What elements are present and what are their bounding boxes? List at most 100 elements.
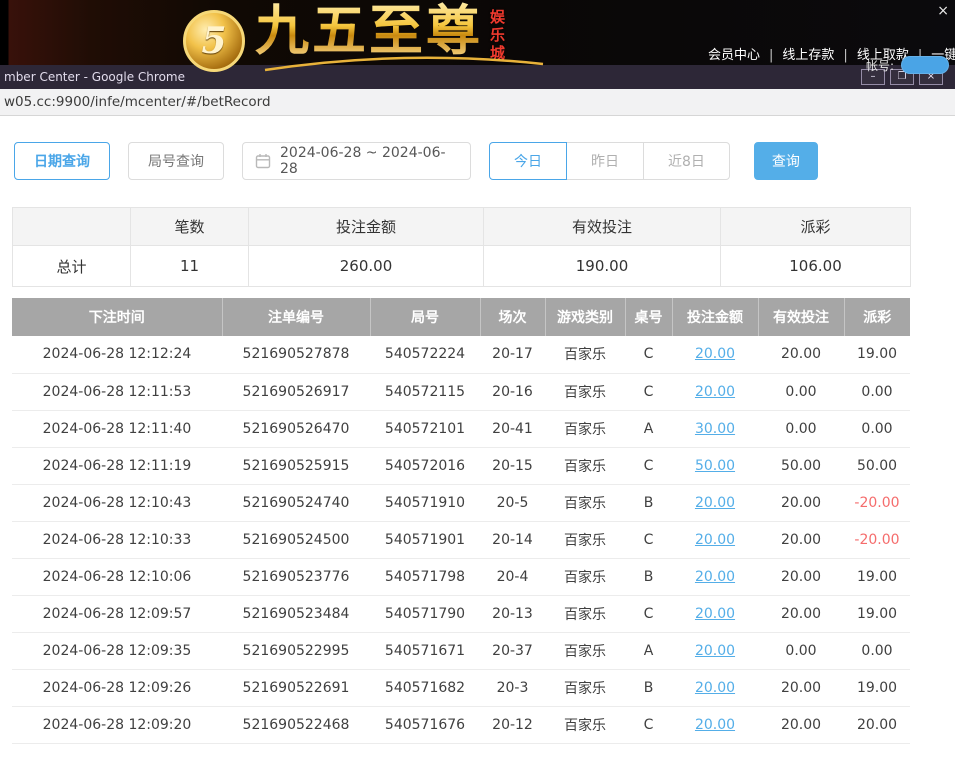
bet-amount-link[interactable]: 20.00 bbox=[695, 680, 735, 696]
table-row: 2024-06-28 12:11:53521690526917540572115… bbox=[12, 373, 910, 410]
yesterday-button[interactable]: 昨日 bbox=[566, 142, 644, 180]
date-range-input[interactable]: 2024-06-28 ~ 2024-06-28 bbox=[242, 142, 471, 180]
cell: 0.00 bbox=[844, 373, 910, 410]
nav-separator: | bbox=[843, 48, 847, 63]
cell: 50.00 bbox=[844, 447, 910, 484]
cell: A bbox=[625, 410, 672, 447]
bet-header-cell: 注单编号 bbox=[222, 298, 370, 336]
summary-header-cell: 笔数 bbox=[131, 208, 249, 246]
cell: C bbox=[625, 595, 672, 632]
round-query-button[interactable]: 局号查询 bbox=[128, 142, 224, 180]
cell: 540571901 bbox=[370, 521, 480, 558]
cell: 20-41 bbox=[480, 410, 545, 447]
cell: 19.00 bbox=[844, 595, 910, 632]
cell: C bbox=[625, 447, 672, 484]
cell: 百家乐 bbox=[545, 373, 625, 410]
cell: 2024-06-28 12:10:43 bbox=[12, 484, 222, 521]
cell: 540572016 bbox=[370, 447, 480, 484]
cell: 20.00 bbox=[758, 336, 844, 373]
summary-header-cell: 有效投注 bbox=[484, 208, 721, 246]
cell: 20.00 bbox=[758, 558, 844, 595]
cell: 2024-06-28 12:11:40 bbox=[12, 410, 222, 447]
bet-header-cell: 桌号 bbox=[625, 298, 672, 336]
cell: 19.00 bbox=[844, 558, 910, 595]
cell: 50.00 bbox=[672, 447, 758, 484]
summary-cell: 106.00 bbox=[721, 246, 911, 287]
cell: -20.00 bbox=[844, 484, 910, 521]
nav-link-0[interactable]: 会员中心 bbox=[708, 48, 760, 63]
cell: 0.00 bbox=[758, 410, 844, 447]
bet-header-cell: 下注时间 bbox=[12, 298, 222, 336]
cell: 20.00 bbox=[672, 632, 758, 669]
cell: 百家乐 bbox=[545, 595, 625, 632]
cell: 2024-06-28 12:11:53 bbox=[12, 373, 222, 410]
bet-amount-link[interactable]: 30.00 bbox=[695, 421, 735, 437]
today-button[interactable]: 今日 bbox=[489, 142, 567, 180]
cell: -20.00 bbox=[844, 521, 910, 558]
cell: 20.00 bbox=[758, 669, 844, 706]
cell: 540571676 bbox=[370, 706, 480, 743]
bet-table-body: 2024-06-28 12:12:24521690527878540572224… bbox=[12, 336, 910, 743]
cell: 20.00 bbox=[672, 669, 758, 706]
bet-amount-link[interactable]: 20.00 bbox=[695, 532, 735, 548]
logo-main: 九五至尊 bbox=[255, 3, 483, 60]
bet-header-cell: 投注金额 bbox=[672, 298, 758, 336]
table-row: 2024-06-28 12:09:20521690522468540571676… bbox=[12, 706, 910, 743]
cell: B bbox=[625, 669, 672, 706]
bet-amount-link[interactable]: 20.00 bbox=[695, 346, 735, 362]
cell: B bbox=[625, 558, 672, 595]
filter-row: 日期查询 局号查询 2024-06-28 ~ 2024-06-28 今日 昨日 … bbox=[0, 116, 955, 180]
cell: 2024-06-28 12:09:26 bbox=[12, 669, 222, 706]
cell: 2024-06-28 12:09:20 bbox=[12, 706, 222, 743]
cell: 20.00 bbox=[758, 521, 844, 558]
cell: 百家乐 bbox=[545, 336, 625, 373]
summary-cell: 总计 bbox=[13, 246, 131, 287]
logo-title: 九五至尊 bbox=[255, 0, 483, 62]
cell: C bbox=[625, 336, 672, 373]
bet-amount-link[interactable]: 20.00 bbox=[695, 643, 735, 659]
account-area: 帐号: bbox=[866, 56, 949, 74]
cell: 521690522691 bbox=[222, 669, 370, 706]
bet-header-cell: 派彩 bbox=[844, 298, 910, 336]
cell: 2024-06-28 12:11:19 bbox=[12, 447, 222, 484]
cell: 540571790 bbox=[370, 595, 480, 632]
cell: 百家乐 bbox=[545, 447, 625, 484]
nav-link-1[interactable]: 线上存款 bbox=[782, 48, 834, 63]
cell: 2024-06-28 12:10:33 bbox=[12, 521, 222, 558]
bet-header-cell: 局号 bbox=[370, 298, 480, 336]
summary-cell: 190.00 bbox=[484, 246, 721, 287]
cell: 521690522468 bbox=[222, 706, 370, 743]
cell: 20.00 bbox=[672, 484, 758, 521]
table-row: 2024-06-28 12:10:06521690523776540571798… bbox=[12, 558, 910, 595]
bet-amount-link[interactable]: 20.00 bbox=[695, 495, 735, 511]
cell: 540572101 bbox=[370, 410, 480, 447]
table-row: 2024-06-28 12:12:24521690527878540572224… bbox=[12, 336, 910, 373]
summary-header-cell: 投注金额 bbox=[249, 208, 484, 246]
cell: 2024-06-28 12:09:35 bbox=[12, 632, 222, 669]
site-logo: 5 九五至尊 娱乐城 bbox=[183, 3, 508, 72]
bet-amount-link[interactable]: 20.00 bbox=[695, 606, 735, 622]
last-8-days-button[interactable]: 近8日 bbox=[643, 142, 730, 180]
bet-amount-link[interactable]: 20.00 bbox=[695, 569, 735, 585]
table-row: 2024-06-28 12:10:33521690524500540571901… bbox=[12, 521, 910, 558]
cell: 521690524500 bbox=[222, 521, 370, 558]
cell: 0.00 bbox=[844, 410, 910, 447]
date-query-button[interactable]: 日期查询 bbox=[14, 142, 110, 180]
coin-number: 5 bbox=[201, 20, 226, 62]
table-row: 2024-06-28 12:11:40521690526470540572101… bbox=[12, 410, 910, 447]
bet-amount-link[interactable]: 20.00 bbox=[695, 717, 735, 733]
account-action-button[interactable] bbox=[901, 56, 949, 74]
bet-amount-link[interactable]: 50.00 bbox=[695, 458, 735, 474]
summary-table: 笔数投注金额有效投注派彩 总计11260.00190.00106.00 bbox=[12, 207, 911, 287]
url-bar[interactable]: w05.cc:9900/infe/mcenter/#/betRecord bbox=[0, 89, 955, 116]
corner-close-icon[interactable]: × bbox=[937, 4, 949, 18]
cell: 20.00 bbox=[758, 706, 844, 743]
bet-header-cell: 游戏类别 bbox=[545, 298, 625, 336]
cell: 521690522995 bbox=[222, 632, 370, 669]
cell: 20-17 bbox=[480, 336, 545, 373]
search-button[interactable]: 查询 bbox=[754, 142, 818, 180]
cell: 百家乐 bbox=[545, 558, 625, 595]
cell: C bbox=[625, 706, 672, 743]
bet-amount-link[interactable]: 20.00 bbox=[695, 384, 735, 400]
cell: 20-13 bbox=[480, 595, 545, 632]
